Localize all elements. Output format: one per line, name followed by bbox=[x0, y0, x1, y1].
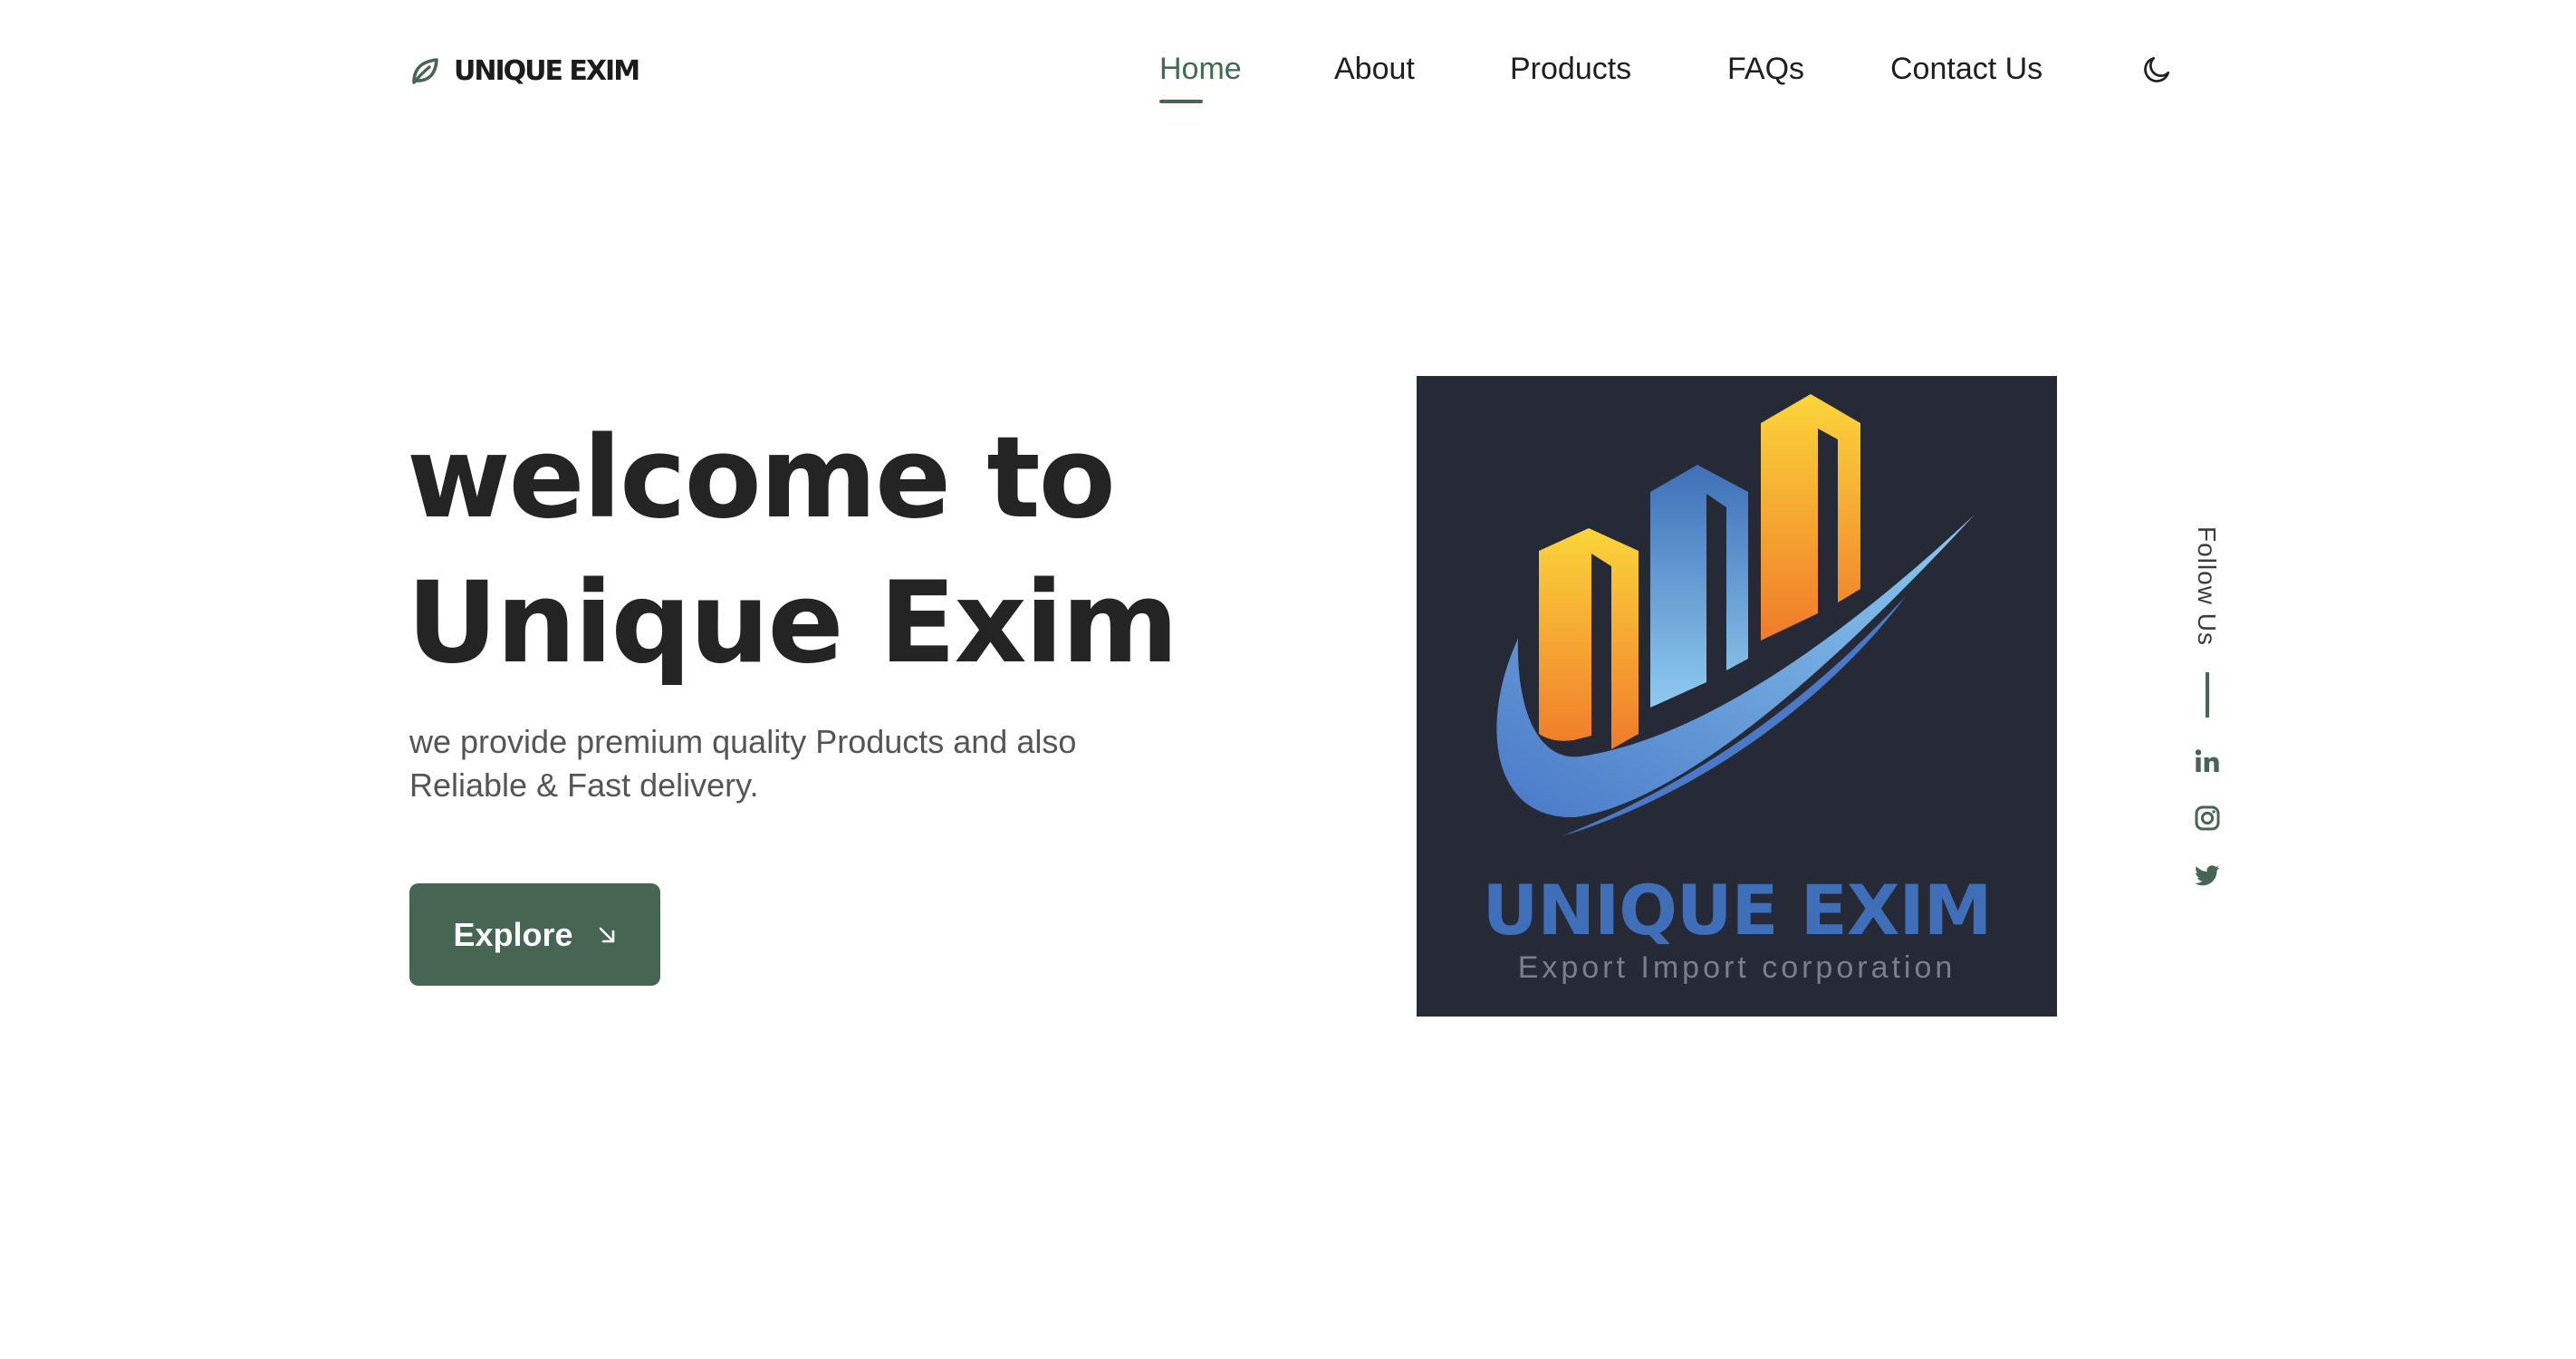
moon-icon bbox=[2144, 56, 2170, 82]
twitter-link[interactable] bbox=[2192, 860, 2223, 891]
active-nav-indicator bbox=[1159, 100, 1203, 103]
nav-link-faqs[interactable]: FAQs bbox=[1727, 47, 1804, 91]
twitter-icon bbox=[2195, 865, 2220, 886]
nav-link-contact-us[interactable]: Contact Us bbox=[1890, 47, 2043, 91]
company-logo-image: UNIQUE EXIM Export Import corporation bbox=[1417, 376, 2057, 1017]
linkedin-icon bbox=[2195, 749, 2219, 772]
main-nav: Home About Products FAQs Contact Us bbox=[0, 47, 2576, 101]
theme-toggle-button[interactable] bbox=[2138, 51, 2176, 89]
hero-title-line-1: welcome to bbox=[407, 413, 1116, 544]
site-header: UNIQUE EXIM Home About Products FAQs Con… bbox=[0, 0, 2576, 140]
hero-description: we provide premium quality Products and … bbox=[409, 723, 1077, 804]
explore-button-label: Explore bbox=[453, 915, 573, 953]
instagram-icon bbox=[2195, 805, 2220, 831]
logo-title: UNIQUE EXIM bbox=[1482, 870, 1993, 950]
logo-subtitle: Export Import corporation bbox=[1517, 950, 1956, 985]
hero-title: welcome to Unique Exim bbox=[407, 406, 1178, 696]
nav-link-home[interactable]: Home bbox=[1159, 47, 1242, 91]
linkedin-link[interactable] bbox=[2192, 746, 2223, 776]
nav-link-products[interactable]: Products bbox=[1510, 47, 1631, 91]
arrow-down-right-icon bbox=[599, 927, 614, 942]
follow-us-label: Follow Us bbox=[2193, 526, 2221, 646]
follow-divider bbox=[2206, 672, 2209, 718]
explore-button[interactable]: Explore bbox=[409, 883, 660, 986]
nav-link-about[interactable]: About bbox=[1334, 47, 1415, 91]
instagram-link[interactable] bbox=[2192, 803, 2223, 834]
hero-title-line-2: Unique Exim bbox=[407, 558, 1178, 689]
